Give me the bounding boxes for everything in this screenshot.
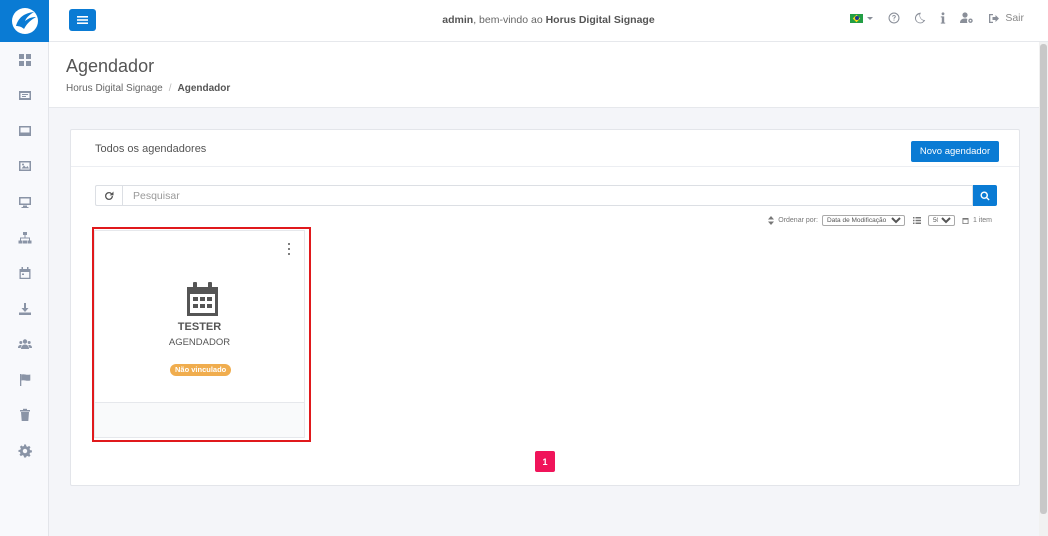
new-scheduler-button[interactable]: Novo agendador xyxy=(911,141,999,162)
hierarchy-icon xyxy=(18,232,31,244)
users-icon xyxy=(17,339,32,349)
language-selector[interactable] xyxy=(850,13,874,23)
card-title: Todos os agendadores xyxy=(95,143,207,155)
page-size-select[interactable]: 50 xyxy=(927,214,955,226)
brazil-flag-icon xyxy=(850,13,864,23)
scrollbar-thumb[interactable] xyxy=(1040,44,1047,514)
dashboard-icon xyxy=(18,54,31,66)
topbar: admin, bem-vindo ao Horus Digital Signag… xyxy=(49,0,1048,42)
calendar-small-icon xyxy=(962,217,969,224)
sidebar-item-displays[interactable] xyxy=(0,190,49,214)
kebab-dot xyxy=(288,243,290,245)
display-icon xyxy=(18,197,31,208)
search-icon xyxy=(980,190,990,200)
sidebar-item-campaigns[interactable] xyxy=(0,368,49,392)
kebab-dot xyxy=(288,248,290,250)
settings-icon xyxy=(18,444,32,458)
topbar-actions: Sair xyxy=(850,12,1024,24)
sidebar-item-downloads[interactable] xyxy=(0,297,49,321)
kebab-dot xyxy=(288,253,290,255)
search-input[interactable] xyxy=(122,185,973,206)
schedulers-card: Todos os agendadores Novo agendador Orde… xyxy=(70,129,1020,486)
page-scrollbar[interactable] xyxy=(1039,42,1048,536)
info-button[interactable] xyxy=(940,12,946,24)
sidebar-item-scheduler[interactable] xyxy=(0,261,49,285)
breadcrumb-separator: / xyxy=(168,83,172,94)
page-title: Agendador xyxy=(66,56,155,76)
status-badge: Não vinculado xyxy=(170,364,232,376)
item-count: 1 item xyxy=(972,216,992,224)
dark-mode-toggle[interactable] xyxy=(914,12,926,24)
question-circle-icon xyxy=(888,12,900,24)
sidebar-item-groups[interactable] xyxy=(0,226,49,250)
search-button[interactable] xyxy=(973,185,997,206)
info-icon xyxy=(941,12,946,24)
sidebar-item-settings[interactable] xyxy=(0,439,49,463)
gallery-icon xyxy=(18,161,31,171)
help-button[interactable] xyxy=(888,12,900,24)
scheduler-item-card[interactable]: TESTER AGENDADOR Não vinculado xyxy=(94,230,305,438)
item-options-button[interactable] xyxy=(285,243,293,255)
caret-down-icon xyxy=(867,17,874,20)
sort-label: Ordenar por: xyxy=(778,216,818,224)
sidebar xyxy=(0,0,49,536)
refresh-button[interactable] xyxy=(95,185,122,206)
calendar-icon xyxy=(19,267,30,279)
list-icon xyxy=(912,216,921,224)
sidebar-item-media[interactable] xyxy=(0,83,49,107)
sidebar-item-trash[interactable] xyxy=(0,403,49,427)
sidebar-item-gallery[interactable] xyxy=(0,154,49,178)
breadcrumb-current: Agendador xyxy=(177,83,231,94)
logout-label: Sair xyxy=(1005,12,1024,24)
media-icon xyxy=(18,91,31,100)
flag-icon xyxy=(19,374,30,386)
trash-icon xyxy=(19,408,30,421)
sort-toolbar: Ordenar por: Data de Modificação ( 50 1 … xyxy=(768,214,992,226)
welcome-app: Horus Digital Signage xyxy=(545,14,655,26)
sidebar-item-layout[interactable] xyxy=(0,119,49,143)
pagination-page-1[interactable]: 1 xyxy=(535,451,555,472)
card-header: Todos os agendadores Novo agendador xyxy=(71,130,1019,167)
user-settings-button[interactable] xyxy=(960,12,974,24)
sidebar-item-dashboard[interactable] xyxy=(0,48,49,72)
sign-out-icon xyxy=(989,13,1000,23)
refresh-icon xyxy=(105,191,114,200)
horus-logo-icon xyxy=(11,8,38,34)
welcome-user: admin xyxy=(442,14,474,26)
item-type: AGENDADOR xyxy=(168,337,231,348)
search-bar xyxy=(95,185,997,206)
sidebar-item-users[interactable] xyxy=(0,332,49,356)
download-icon xyxy=(18,303,31,315)
breadcrumb-home[interactable]: Horus Digital Signage xyxy=(66,83,163,94)
user-gear-icon xyxy=(960,12,974,23)
item-card-body: TESTER AGENDADOR Não vinculado xyxy=(95,231,304,403)
page-header: Agendador Horus Digital Signage / Agendado… xyxy=(49,42,1039,108)
scheduler-calendar-icon xyxy=(186,281,219,322)
logout-button[interactable]: Sair xyxy=(988,12,1024,24)
layout-icon xyxy=(18,126,31,136)
sort-icon xyxy=(768,215,775,225)
item-name: TESTER xyxy=(177,321,222,333)
breadcrumb: Horus Digital Signage / Agendador xyxy=(66,83,230,94)
horus-logo[interactable] xyxy=(0,0,49,42)
welcome-text: , bem-vindo ao xyxy=(473,14,546,26)
sort-select[interactable]: Data de Modificação ( xyxy=(821,214,905,226)
moon-icon xyxy=(915,12,926,24)
